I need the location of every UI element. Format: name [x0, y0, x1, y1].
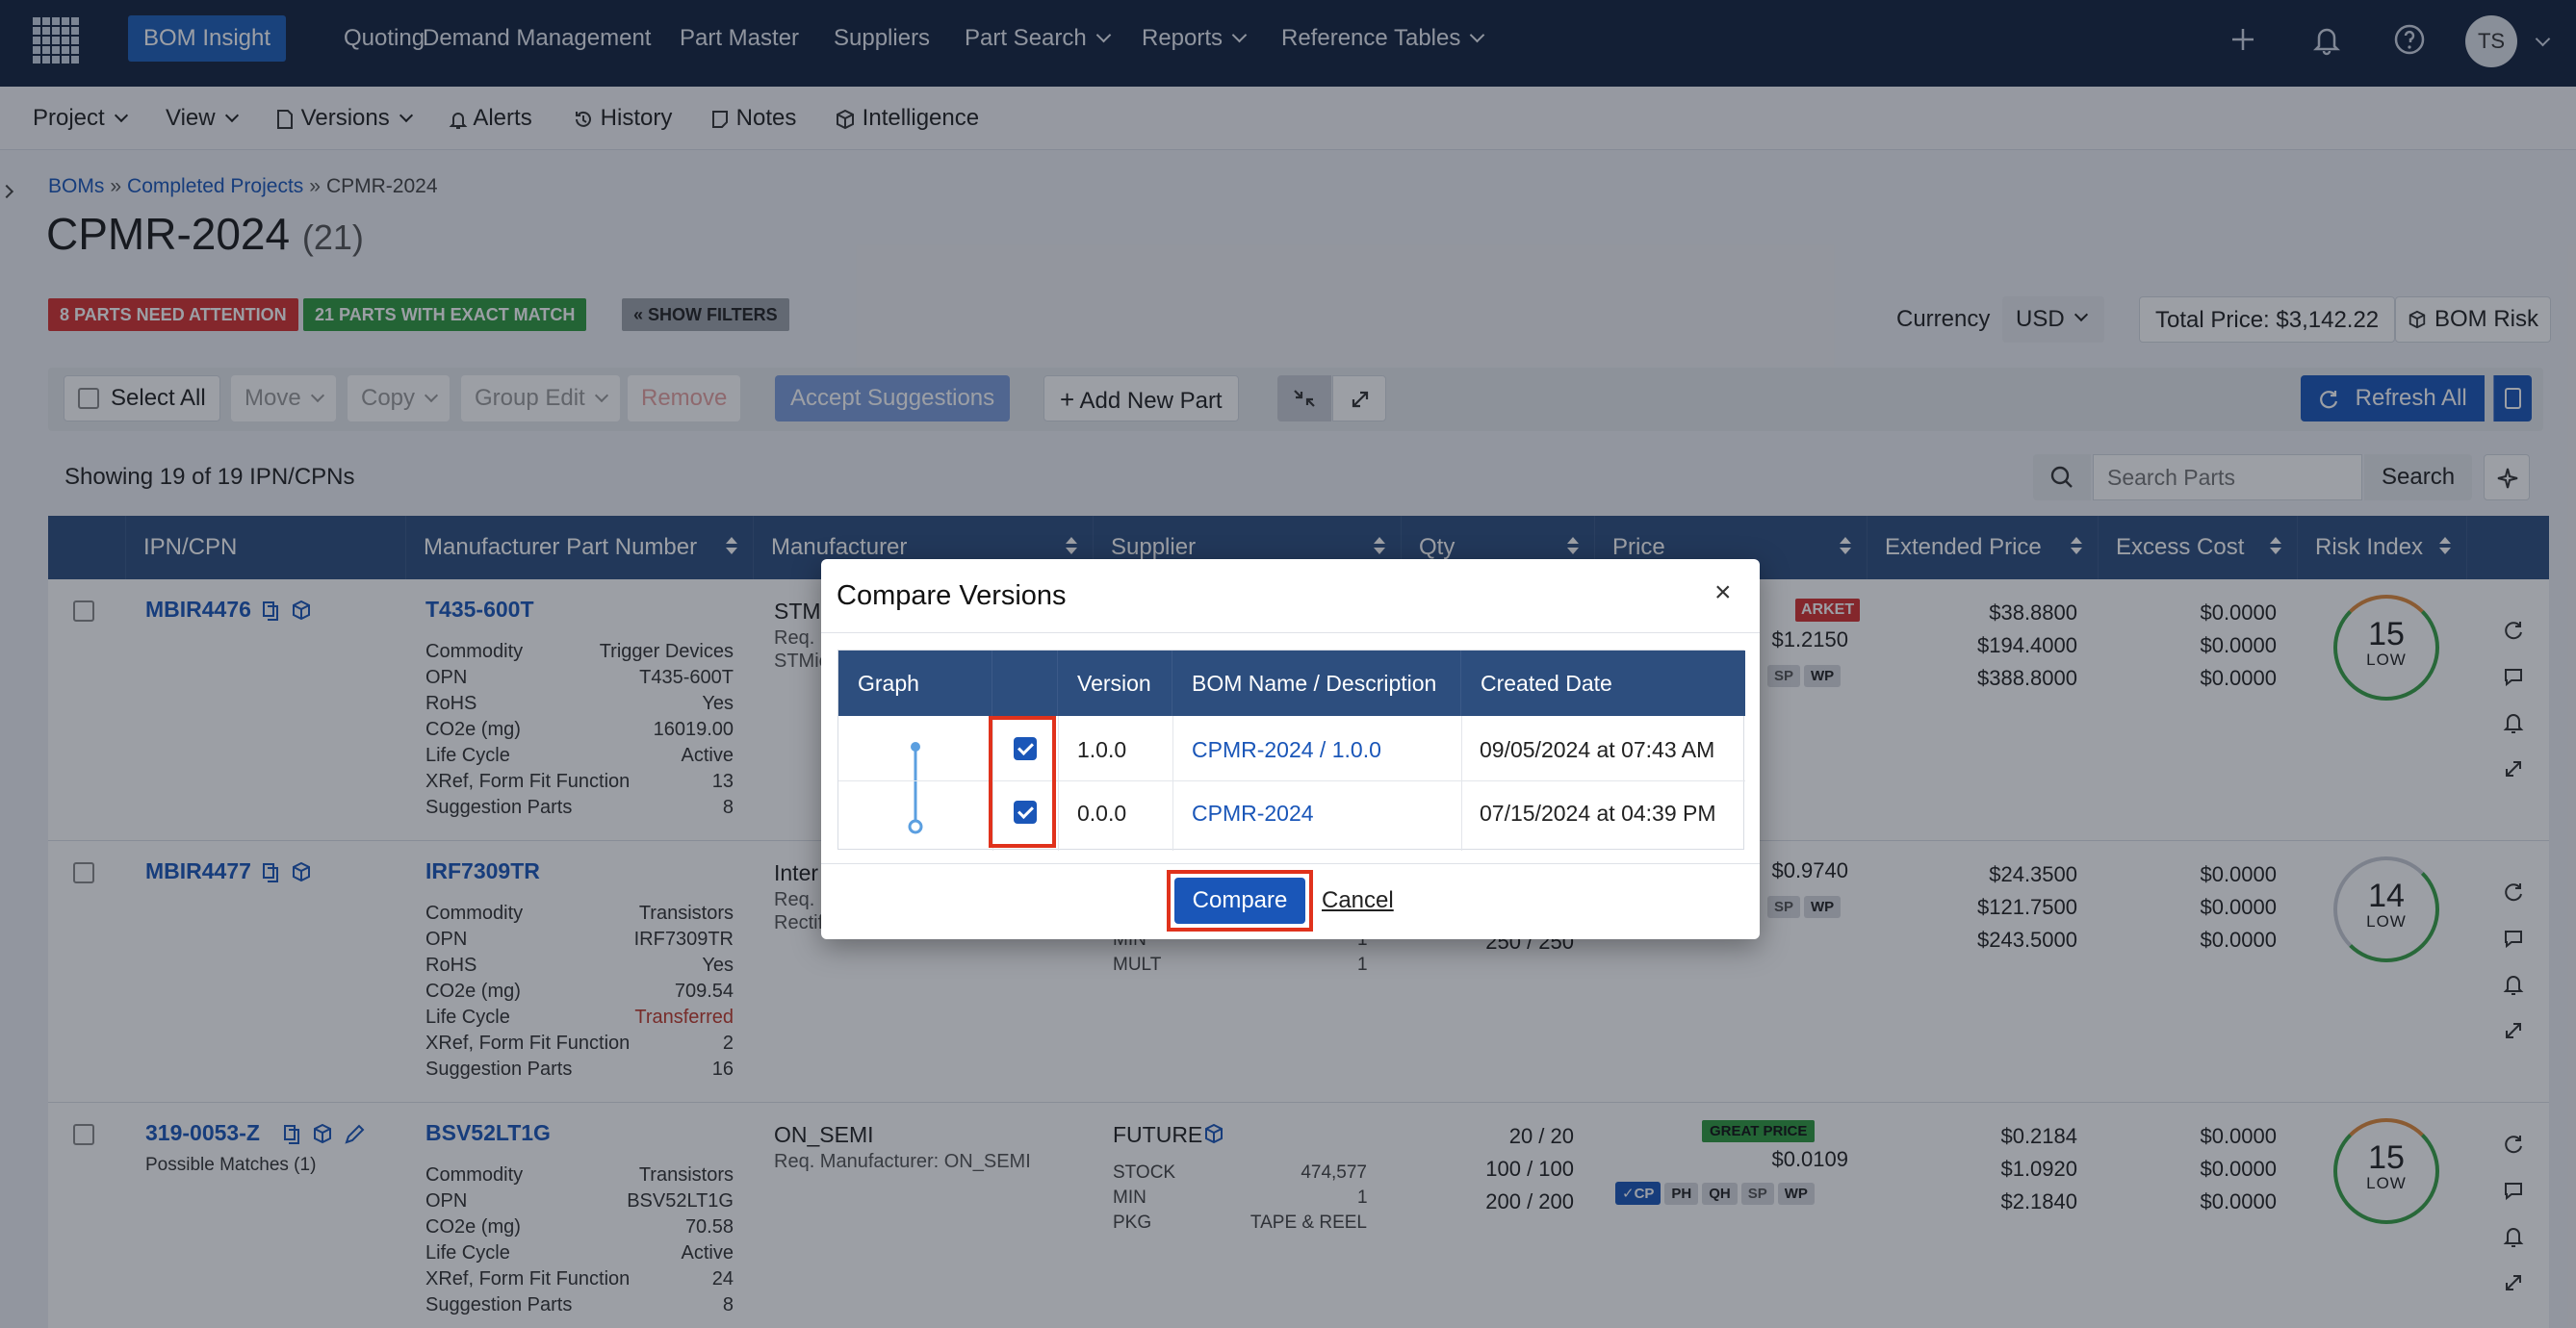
versions-header: Graph Version BOM Name / Description Cre… [838, 651, 1745, 716]
compare-button[interactable]: Compare [1174, 878, 1305, 924]
version-row: 0.0.0 CPMR-2024 07/15/2024 at 04:39 PM [838, 781, 1745, 847]
modal-title: Compare Versions [837, 580, 1067, 611]
modal-divider [821, 863, 1760, 864]
header-created-date: Created Date [1481, 671, 1612, 696]
bom-name-link[interactable]: CPMR-2024 / 1.0.0 [1192, 737, 1381, 763]
modal-divider [821, 632, 1760, 633]
header-select [992, 651, 1058, 716]
created-date: 07/15/2024 at 04:39 PM [1480, 801, 1716, 826]
created-date: 09/05/2024 at 07:43 AM [1480, 737, 1715, 762]
header-graph: Graph [838, 651, 992, 716]
versions-table: Graph Version BOM Name / Description Cre… [837, 650, 1745, 851]
bom-name-link[interactable]: CPMR-2024 [1192, 801, 1314, 827]
close-icon[interactable]: × [1714, 578, 1732, 607]
checkbox-highlight [989, 716, 1056, 848]
cancel-link[interactable]: Cancel [1322, 878, 1394, 924]
header-bom-name: BOM Name / Description [1172, 651, 1461, 716]
compare-versions-modal: Compare Versions × Graph Version BOM Nam… [821, 559, 1760, 939]
column-divider [1461, 716, 1462, 851]
version-number: 0.0.0 [1077, 801, 1127, 826]
column-divider [1172, 716, 1173, 851]
version-number: 1.0.0 [1077, 737, 1127, 762]
column-divider [1058, 716, 1059, 851]
header-version: Version [1058, 651, 1172, 716]
version-row: 1.0.0 CPMR-2024 / 1.0.0 09/05/2024 at 07… [838, 716, 1745, 781]
